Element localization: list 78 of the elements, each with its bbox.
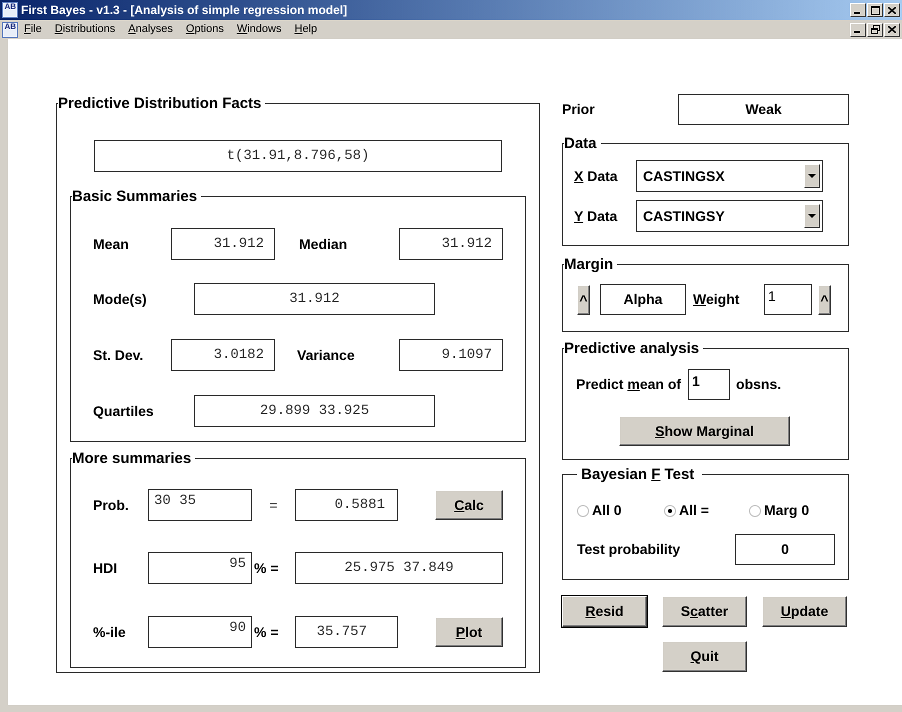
percent-equals: % = <box>253 622 280 642</box>
restore-icon[interactable] <box>867 22 883 36</box>
count-input[interactable]: 1 <box>688 369 730 400</box>
hdi-input[interactable]: 95 <box>148 552 252 584</box>
probability-input[interactable]: 30 35 <box>148 489 252 521</box>
field-label: Prior <box>562 100 595 119</box>
quit-button[interactable]: Quit <box>662 641 747 672</box>
scatter-button[interactable]: Scatter <box>662 596 747 627</box>
radio-label: All 0 <box>592 501 622 520</box>
radio-label: Marg 0 <box>764 501 810 520</box>
distribution-field: t(31.91,8.796,58) <box>94 140 502 172</box>
group-title: Predictive Distribution Facts <box>58 95 262 112</box>
percentile-result: 35.757 <box>295 616 398 648</box>
group-title: Margin <box>564 256 614 273</box>
maximize-icon[interactable] <box>867 3 883 17</box>
field-label: %-ile <box>93 622 127 642</box>
field-label: St. Dev. <box>93 346 144 364</box>
group-title: Data <box>564 135 598 152</box>
prior-field: Weak <box>678 94 849 125</box>
logo-icon: AB <box>2 2 18 18</box>
percent-equals: % = <box>253 558 280 578</box>
test-probability-field: 0 <box>735 534 835 565</box>
probability-result: 0.5881 <box>295 489 398 521</box>
update-button[interactable]: Update <box>762 596 847 627</box>
x-data-dropdown[interactable]: CASTINGSX <box>636 160 823 192</box>
y-data-dropdown[interactable]: CASTINGSY <box>636 200 823 232</box>
median-field: 31.912 <box>399 228 503 260</box>
group-title: Predictive analysis <box>564 340 700 357</box>
parameter-field: Alpha <box>600 284 686 315</box>
field-label: HDI <box>93 558 118 578</box>
group-title: Basic Summaries <box>72 188 198 205</box>
field-label: Quartiles <box>93 402 155 421</box>
spin-up-button[interactable]: ^ <box>577 284 590 314</box>
calc-button[interactable]: Calc <box>435 490 503 520</box>
menu-item[interactable]: Windows <box>236 21 282 38</box>
mean-field: 31.912 <box>171 228 275 260</box>
logo-icon: AB <box>2 22 18 38</box>
equals-sign: = <box>268 496 279 514</box>
field-label: Mode(s) <box>93 290 148 309</box>
minimize-icon[interactable] <box>850 3 866 17</box>
field-label: Y Data <box>573 206 618 226</box>
radio-button[interactable] <box>664 504 676 516</box>
field-label: Test probability <box>577 540 680 559</box>
group-title: Bayesian F Test <box>580 466 696 483</box>
menu-item[interactable]: Analyses <box>128 21 173 38</box>
field-label: Weight <box>693 290 740 309</box>
window-title: First Bayes - v1.3 - [Analysis of simple regression model] <box>21 2 348 19</box>
close-icon[interactable] <box>884 22 900 36</box>
radio-label: All = <box>679 501 709 520</box>
spin-up-button[interactable]: ^ <box>818 284 831 314</box>
variance-field: 9.1097 <box>399 339 503 371</box>
unit-label: obsns. <box>736 375 782 394</box>
group-title: More summaries <box>72 450 192 467</box>
combo-value: CASTINGSX <box>643 166 725 186</box>
combo-value: CASTINGSY <box>643 206 725 226</box>
menu-item[interactable]: Help <box>294 21 318 38</box>
radio-button[interactable] <box>577 504 589 516</box>
field-label: Median <box>299 234 348 254</box>
field-label: Variance <box>297 346 356 364</box>
quartiles-field: 29.899 33.925 <box>194 395 435 427</box>
hdi-result: 25.975 37.849 <box>295 552 503 584</box>
menu-item[interactable]: Options <box>186 21 224 38</box>
show-marginal-button[interactable]: Show Marginal <box>619 416 790 446</box>
weight-input[interactable]: 1 <box>764 284 812 315</box>
radio-button[interactable] <box>749 504 761 516</box>
plot-button[interactable]: Plot <box>435 617 503 647</box>
percentile-input[interactable]: 90 <box>148 616 252 648</box>
menu-item[interactable]: File <box>24 21 42 38</box>
field-label: Mean <box>93 234 130 254</box>
minimize-icon[interactable] <box>850 22 866 36</box>
std-dev-field: 3.0182 <box>171 339 275 371</box>
field-label: X Data <box>573 166 619 186</box>
field-label: Predict mean of <box>576 375 682 394</box>
close-icon[interactable] <box>884 3 900 17</box>
field-label: Prob. <box>93 496 130 514</box>
mode-field: 31.912 <box>194 283 435 315</box>
menu-item[interactable]: Distributions <box>54 21 116 38</box>
resid-button[interactable]: Resid <box>562 596 647 627</box>
